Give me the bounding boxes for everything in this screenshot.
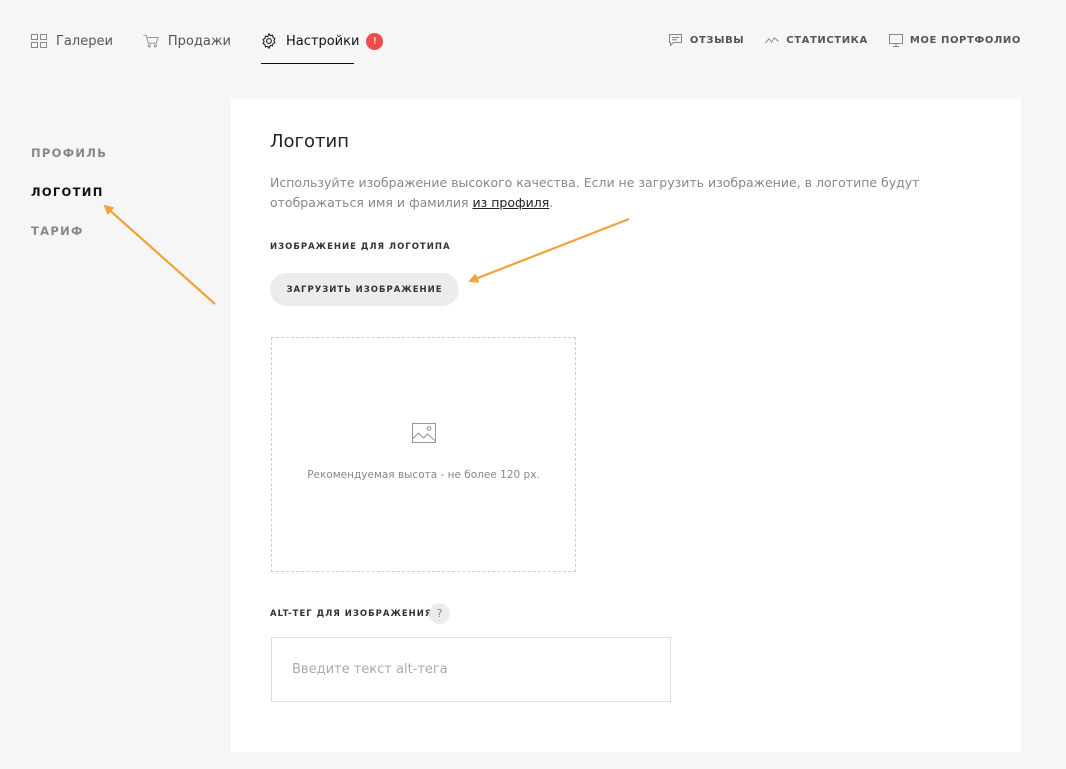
nav-item-settings[interactable]: Настройки !: [261, 30, 384, 64]
nav-label: Галереи: [56, 33, 113, 49]
dropzone-hint: Рекомендуемая высота - не более 120 px.: [307, 469, 540, 481]
sidebar-item-tariff[interactable]: ТАРИФ: [31, 224, 107, 240]
comment-icon: [669, 33, 683, 47]
chart-line-icon: [765, 33, 780, 47]
settings-sidebar: ПРОФИЛЬ ЛОГОТИП ТАРИФ: [31, 146, 107, 263]
upload-image-button[interactable]: ЗАГРУЗИТЬ ИЗОБРАЖЕНИЕ: [270, 273, 459, 306]
page-title: Логотип: [270, 131, 349, 152]
help-icon[interactable]: ?: [429, 603, 450, 624]
notification-badge: !: [366, 32, 384, 50]
secondary-nav: ОТЗЫВЫ СТАТИСТИКА МОЕ ПОРТФОЛИО: [648, 33, 1021, 47]
nav-label: СТАТИСТИКА: [786, 34, 868, 46]
profile-link[interactable]: из профиля: [472, 195, 549, 210]
logo-image-label: ИЗОБРАЖЕНИЕ ДЛЯ ЛОГОТИПА: [270, 242, 451, 252]
description-text: Используйте изображение высокого качеств…: [270, 175, 920, 210]
nav-label: ОТЗЫВЫ: [689, 34, 745, 46]
nav-label: Настройки: [286, 33, 360, 49]
nav-item-sales[interactable]: Продажи: [143, 30, 231, 52]
image-dropzone[interactable]: Рекомендуемая высота - не более 120 px.: [271, 337, 576, 572]
description-end: .: [549, 195, 554, 210]
nav-label: МОЕ ПОРТФОЛИО: [909, 34, 1021, 46]
nav-item-galleries[interactable]: Галереи: [31, 30, 113, 52]
nav-item-statistics[interactable]: СТАТИСТИКА: [765, 33, 868, 47]
nav-item-portfolio[interactable]: МОЕ ПОРТФОЛИО: [888, 33, 1021, 47]
grid-icon: [31, 33, 47, 49]
sidebar-item-profile[interactable]: ПРОФИЛЬ: [31, 146, 107, 162]
image-icon: [411, 422, 436, 447]
gear-icon: [261, 33, 277, 49]
sidebar-item-logo[interactable]: ЛОГОТИП: [31, 185, 107, 201]
page: Галереи Продажи Настройки ! ОТЗЫВЫ СТАТИ…: [0, 0, 1066, 769]
monitor-icon: [888, 33, 903, 47]
alt-tag-input[interactable]: [271, 637, 671, 702]
nav-item-reviews[interactable]: ОТЗЫВЫ: [669, 33, 744, 47]
logo-settings-card: Логотип Используйте изображение высокого…: [231, 99, 1021, 752]
arrow-to-sidebar-logo: [103, 204, 216, 305]
main-nav: Галереи Продажи Настройки !: [31, 30, 413, 66]
cart-icon: [143, 33, 159, 49]
logo-description: Используйте изображение высокого качеств…: [270, 173, 950, 213]
nav-label: Продажи: [167, 33, 232, 49]
active-tab-underline: [261, 63, 355, 64]
alt-tag-label: ALT-ТЕГ ДЛЯ ИЗОБРАЖЕНИЯ: [270, 609, 433, 619]
